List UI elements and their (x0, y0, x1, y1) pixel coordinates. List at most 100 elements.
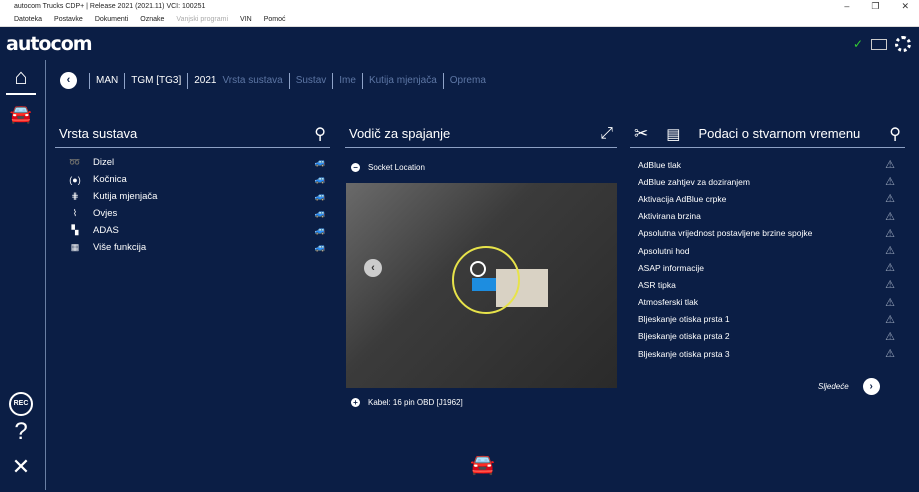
autocom-logo: autocom (6, 33, 93, 55)
vehicle-icon: 🚙 (314, 225, 326, 235)
realtime-item[interactable]: AdBlue zahtjev za doziranjem ⚠ (630, 173, 905, 190)
breadcrumb-name: Ime (339, 75, 356, 86)
home-icon[interactable]: ⌂ (6, 64, 36, 95)
minimize-button[interactable]: – (844, 1, 849, 11)
realtime-item-label: Atmosferski tlak (638, 297, 698, 308)
expand-icon[interactable]: ⤢ (600, 125, 613, 143)
next-button[interactable]: Sljedeće › (818, 378, 880, 395)
warning-icon: ⚠ (885, 296, 895, 309)
sidebar-divider (45, 60, 46, 490)
vehicle-connect-icon[interactable]: 🚘 (470, 452, 495, 477)
realtime-item[interactable]: Aktivirana brzina ⚠ (630, 208, 905, 225)
realtime-item[interactable]: AdBlue tlak ⚠ (630, 156, 905, 173)
realtime-item-label: AdBlue zahtjev za doziranjem (638, 176, 750, 187)
adas-icon: ▚ (71, 225, 79, 235)
realtime-item-label: Bljeskanje otiska prsta 1 (638, 314, 730, 325)
vehicle-icon[interactable]: 🚘 (6, 104, 36, 125)
warning-icon: ⚠ (885, 193, 895, 206)
warning-icon: ⚠ (885, 313, 895, 326)
help-icon[interactable]: ? (6, 418, 36, 446)
warning-icon: ⚠ (885, 159, 895, 172)
window-title: autocom Trucks CDP+ | Release 2021 (2021… (14, 3, 206, 10)
turbo-icon: ➿ (69, 157, 81, 167)
realtime-item[interactable]: Bljeskanje otiska prsta 1 ⚠ (630, 311, 905, 328)
system-item-diesel[interactable]: ➿ Dizel 🚙 (55, 154, 330, 171)
status-area: ✓ (853, 36, 911, 52)
breadcrumb: ‹ MAN TGM [TG3] 2021 Vrsta sustava Susta… (60, 72, 486, 89)
realtime-item[interactable]: Aktivacija AdBlue crpke ⚠ (630, 190, 905, 207)
realtime-item[interactable]: Bljeskanje otiska prsta 3 ⚠ (630, 345, 905, 362)
menu-tags[interactable]: Oznake (140, 16, 164, 23)
warning-icon: ⚠ (885, 176, 895, 189)
menu-external-programs: Vanjski programi (176, 16, 229, 23)
back-button[interactable]: ‹ (60, 72, 77, 89)
realtime-item[interactable]: Apsolutni hod ⚠ (630, 242, 905, 259)
panel-title: Podaci o stvarnom vremenu (698, 126, 861, 141)
vehicle-icon: 🚙 (314, 174, 326, 184)
warning-icon: ⚠ (885, 279, 895, 292)
document-icon[interactable]: ▤ (666, 125, 680, 143)
loading-spinner-icon (895, 36, 911, 52)
exit-icon[interactable]: ✕ (6, 454, 36, 480)
restore-button[interactable]: ❐ (871, 1, 879, 11)
realtime-item[interactable]: ASR tipka ⚠ (630, 276, 905, 293)
realtime-item[interactable]: ASAP informacije ⚠ (630, 259, 905, 276)
breadcrumb-make[interactable]: MAN (96, 75, 118, 86)
connected-check-icon: ✓ (852, 37, 863, 51)
system-type-panel: Vrsta sustava ⚲ ➿ Dizel 🚙 (●) Kočnica 🚙 ⋕ Kuti… (55, 120, 330, 256)
previous-image-button[interactable]: ‹ (364, 259, 382, 277)
system-item-gearbox[interactable]: ⋕ Kutija mjenjača 🚙 (55, 188, 330, 205)
connection-guide-panel: Vodič za spajanje ⤢ (345, 120, 617, 148)
menu-documents[interactable]: Dokumenti (95, 16, 128, 23)
search-icon[interactable]: ⚲ (889, 124, 901, 144)
realtime-item-label: Bljeskanje otiska prsta 2 (638, 331, 730, 342)
realtime-data-panel: ✂ ▤ Podaci o stvarnom vremenu ⚲ AdBlue tlak… (630, 120, 905, 362)
realtime-item[interactable]: Bljeskanje otiska prsta 2 ⚠ (630, 328, 905, 345)
warning-icon: ⚠ (885, 348, 895, 361)
socket-highlight (452, 246, 520, 314)
title-bar: autocom Trucks CDP+ | Release 2021 (2021… (0, 0, 919, 13)
search-icon[interactable]: ⚲ (314, 124, 326, 144)
rec-button[interactable]: REC (9, 392, 33, 416)
realtime-item-label: AdBlue tlak (638, 159, 681, 170)
realtime-item[interactable]: Atmosferski tlak ⚠ (630, 294, 905, 311)
breadcrumb-year[interactable]: 2021 (194, 75, 216, 86)
warning-icon: ⚠ (885, 227, 895, 240)
zoom-icon[interactable] (470, 261, 486, 277)
breadcrumb-system-type: Vrsta sustava (222, 75, 283, 86)
realtime-item-label: Bljeskanje otiska prsta 3 (638, 348, 730, 359)
panel-title: Vrsta sustava (59, 126, 138, 141)
realtime-item-label: Aktivacija AdBlue crpke (638, 193, 727, 204)
system-item-multi-function[interactable]: ▦ Više funkcija 🚙 (55, 239, 330, 256)
warning-icon: ⚠ (885, 330, 895, 343)
warning-icon: ⚠ (885, 262, 895, 275)
realtime-item-label: Aktivirana brzina (638, 211, 701, 222)
breadcrumb-gearbox: Kutija mjenjača (368, 75, 437, 86)
menu-settings[interactable]: Postavke (54, 16, 83, 23)
menu-help[interactable]: Pomoć (264, 16, 286, 23)
breadcrumb-system: Sustav (295, 75, 327, 86)
system-item-brake[interactable]: (●) Kočnica 🚙 (55, 171, 330, 188)
close-button[interactable]: ✕ (901, 1, 909, 11)
menu-file[interactable]: Datoteka (14, 16, 42, 23)
panel-title: Vodič za spajanje (349, 126, 451, 141)
collapse-icon: − (351, 163, 360, 172)
menu-vin[interactable]: VIN (240, 16, 252, 23)
socket-location-toggle[interactable]: − Socket Location (351, 163, 425, 172)
system-item-adas[interactable]: ▚ ADAS 🚙 (55, 222, 330, 239)
tools-icon[interactable]: ✂ (634, 124, 648, 144)
expand-plus-icon: + (351, 398, 360, 407)
system-item-suspension[interactable]: ⌇ Ovjes 🚙 (55, 205, 330, 222)
menu-bar: Datoteka Postavke Dokumenti Oznake Vanjski p… (0, 13, 919, 27)
cable-toggle[interactable]: + Kabel: 16 pin OBD [J1962] (351, 398, 463, 407)
suspension-icon: ⌇ (72, 208, 78, 218)
realtime-item-label: ASAP informacije (638, 262, 704, 273)
vehicle-icon: 🚙 (314, 242, 326, 252)
breadcrumb-model[interactable]: TGM [TG3] (131, 75, 181, 86)
window-controls: – ❐ ✕ (822, 0, 909, 13)
warning-icon: ⚠ (885, 245, 895, 258)
multi-function-icon: ▦ (70, 242, 80, 252)
realtime-item-label: Apsolutni hod (638, 245, 690, 256)
realtime-item[interactable]: Apsolutna vrijednost postavljene brzine … (630, 225, 905, 242)
breadcrumb-equipment: Oprema (449, 75, 486, 86)
